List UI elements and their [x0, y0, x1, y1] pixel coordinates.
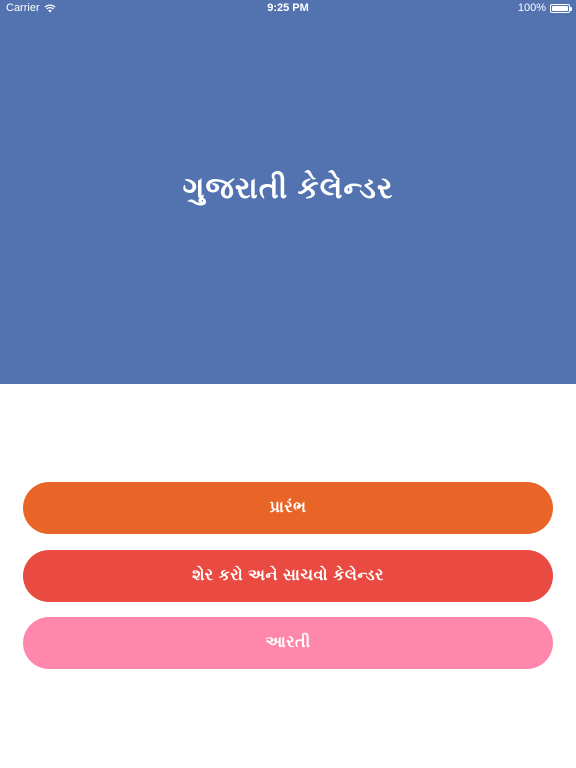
battery-level-fill	[552, 5, 568, 11]
aarti-button[interactable]: આરતી	[23, 617, 553, 669]
battery-icon	[550, 3, 572, 13]
status-time: 9:25 PM	[267, 2, 309, 14]
status-bar: Carrier 9:25 PM 100%	[0, 0, 576, 16]
share-and-save-calendar-button[interactable]: શેર કરો અને સાચવો કેલેન્ડર	[23, 550, 553, 602]
app-title: ગુજરાતી કેલેન્ડર	[182, 172, 394, 205]
status-right: 100%	[517, 0, 572, 16]
start-button[interactable]: પ્રારંભ	[23, 482, 553, 534]
battery-percentage: 100%	[517, 2, 546, 14]
app-header: Carrier 9:25 PM 100% ગુજરાતી કેલેન્ડર	[0, 0, 576, 384]
